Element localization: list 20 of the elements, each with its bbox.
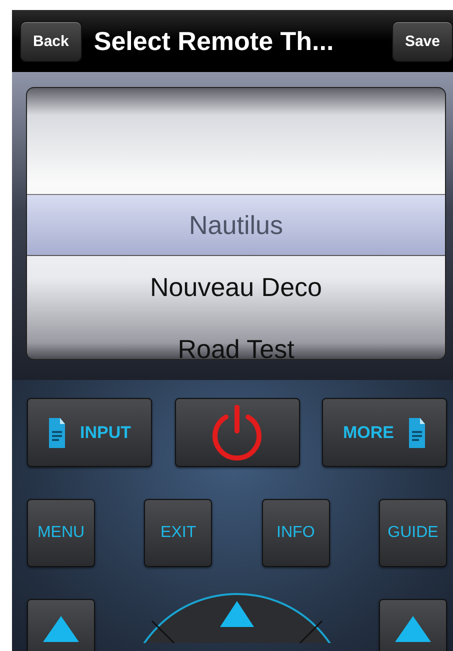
picker-item[interactable]: Nouveau Deco bbox=[27, 256, 445, 318]
up-arrow-icon bbox=[393, 614, 433, 644]
power-icon bbox=[210, 404, 264, 460]
input-button[interactable]: INPUT bbox=[27, 398, 152, 467]
document-icon bbox=[408, 416, 426, 448]
remote-button[interactable]: INFO bbox=[262, 499, 330, 567]
remote-button[interactable]: MENU bbox=[27, 499, 95, 567]
remote-button[interactable]: EXIT bbox=[144, 499, 212, 567]
up-button[interactable] bbox=[27, 599, 95, 651]
picker-item[interactable]: Road Test bbox=[27, 318, 445, 359]
save-button[interactable]: Save bbox=[392, 20, 453, 62]
picker-item[interactable]: Nautilus bbox=[27, 194, 445, 256]
screen-title: Select Remote Th... bbox=[94, 26, 335, 56]
more-button[interactable]: MORE bbox=[322, 398, 447, 467]
up-button[interactable] bbox=[379, 599, 447, 651]
back-button[interactable]: Back bbox=[20, 20, 82, 62]
document-icon bbox=[48, 416, 66, 448]
power-button[interactable] bbox=[174, 398, 300, 467]
up-arrow-icon bbox=[41, 614, 81, 644]
remote-button[interactable]: GUIDE bbox=[378, 499, 447, 567]
